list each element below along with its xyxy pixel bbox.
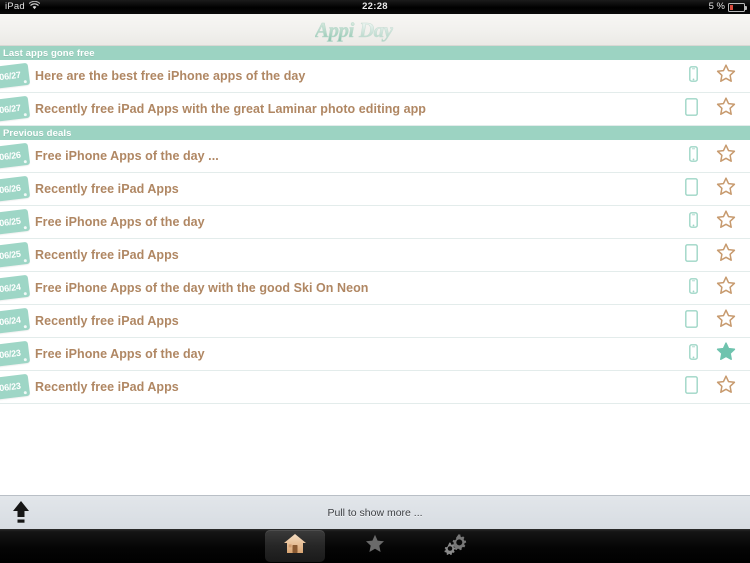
deal-row[interactable]: 06/25 Recently free iPad Apps bbox=[0, 239, 750, 272]
date-badge-cell: 06/24 bbox=[0, 305, 33, 337]
date-tag: 06/26 bbox=[0, 175, 31, 203]
row-icons bbox=[670, 342, 750, 366]
tab-bar[interactable] bbox=[0, 529, 750, 563]
star-outline-icon[interactable] bbox=[715, 243, 737, 267]
deal-list[interactable]: Last apps gone free 06/27 Here are the bes… bbox=[0, 46, 750, 495]
deal-row[interactable]: 06/26 Free iPhone Apps of the day ... bbox=[0, 140, 750, 173]
tab-settings[interactable] bbox=[425, 530, 485, 562]
ipad-icon bbox=[685, 309, 698, 333]
star-filled-icon[interactable] bbox=[715, 342, 737, 366]
status-bar-clock: 22:28 bbox=[362, 1, 388, 13]
row-icons bbox=[670, 144, 750, 168]
section-header: Previous deals bbox=[0, 126, 750, 140]
deal-row[interactable]: 06/23 Free iPhone Apps of the day bbox=[0, 338, 750, 371]
date-badge-cell: 06/26 bbox=[0, 173, 33, 205]
date-badge-cell: 06/24 bbox=[0, 272, 33, 304]
deal-title: Free iPhone Apps of the day with the goo… bbox=[35, 281, 369, 295]
row-icons bbox=[670, 276, 750, 300]
date-badge-cell: 06/23 bbox=[0, 338, 33, 370]
app-logo-graphic: Appi Day bbox=[315, 17, 394, 42]
status-bar: iPad 22:28 5 % bbox=[0, 0, 750, 14]
iphone-icon bbox=[689, 277, 698, 299]
deal-row[interactable]: 06/27 Here are the best free iPhone apps … bbox=[0, 60, 750, 93]
date-badge-cell: 06/27 bbox=[0, 60, 33, 92]
ipad-icon bbox=[685, 97, 698, 121]
deal-row[interactable]: 06/24 Recently free iPad Apps bbox=[0, 305, 750, 338]
deal-title: Recently free iPad Apps bbox=[35, 380, 179, 394]
date-tag: 06/27 bbox=[0, 62, 31, 90]
pull-to-refresh-label: Pull to show more ... bbox=[327, 506, 423, 519]
date-badge-cell: 06/26 bbox=[0, 140, 33, 172]
pull-to-refresh-bar[interactable]: Pull to show more ... bbox=[0, 495, 750, 529]
house-icon bbox=[283, 532, 307, 560]
deal-title: Recently free iPad Apps bbox=[35, 182, 179, 196]
date-tag: 06/23 bbox=[0, 373, 31, 401]
deal-row[interactable]: 06/26 Recently free iPad Apps bbox=[0, 173, 750, 206]
iphone-icon bbox=[689, 65, 698, 87]
date-badge-cell: 06/25 bbox=[0, 206, 33, 238]
gears-icon bbox=[443, 532, 467, 561]
deal-title: Free iPhone Apps of the day bbox=[35, 347, 205, 361]
row-icons bbox=[670, 97, 750, 121]
date-badge-cell: 06/23 bbox=[0, 371, 33, 403]
star-outline-icon[interactable] bbox=[715, 309, 737, 333]
iphone-icon bbox=[689, 211, 698, 233]
deal-row[interactable]: 06/23 Recently free iPad Apps bbox=[0, 371, 750, 404]
tab-home[interactable] bbox=[265, 530, 325, 562]
star-outline-icon[interactable] bbox=[715, 144, 737, 168]
deal-row[interactable]: 06/24 Free iPhone Apps of the day with th… bbox=[0, 272, 750, 305]
star-outline-icon[interactable] bbox=[715, 375, 737, 399]
deal-row[interactable]: 06/25 Free iPhone Apps of the day bbox=[0, 206, 750, 239]
app-logo: Appi Day bbox=[315, 17, 435, 43]
app-header: Appi Day bbox=[0, 14, 750, 46]
row-icons bbox=[670, 210, 750, 234]
star-outline-icon[interactable] bbox=[715, 276, 737, 300]
battery-low-icon bbox=[728, 2, 747, 12]
star-outline-icon[interactable] bbox=[715, 64, 737, 88]
deal-title: Free iPhone Apps of the day bbox=[35, 215, 205, 229]
row-icons bbox=[670, 243, 750, 267]
star-icon bbox=[365, 534, 385, 558]
date-tag: 06/27 bbox=[0, 95, 31, 123]
iphone-icon bbox=[689, 145, 698, 167]
iphone-icon bbox=[689, 343, 698, 365]
deal-title: Here are the best free iPhone apps of th… bbox=[35, 69, 306, 83]
date-badge-cell: 06/27 bbox=[0, 93, 33, 125]
star-outline-icon[interactable] bbox=[715, 177, 737, 201]
svg-text:Day: Day bbox=[358, 18, 394, 42]
date-badge-cell: 06/25 bbox=[0, 239, 33, 271]
row-icons bbox=[670, 177, 750, 201]
date-tag: 06/24 bbox=[0, 307, 31, 335]
tab-favorites[interactable] bbox=[345, 530, 405, 562]
deal-row[interactable]: 06/27 Recently free iPad Apps with the gr… bbox=[0, 93, 750, 126]
ipad-icon bbox=[685, 375, 698, 399]
svg-text:Appi: Appi bbox=[315, 18, 355, 42]
ipad-icon bbox=[685, 243, 698, 267]
date-tag: 06/25 bbox=[0, 208, 31, 236]
deal-title: Recently free iPad Apps bbox=[35, 314, 179, 328]
section-header: Last apps gone free bbox=[0, 46, 750, 60]
ipad-icon bbox=[685, 177, 698, 201]
date-tag: 06/23 bbox=[0, 340, 31, 368]
date-tag: 06/25 bbox=[0, 241, 31, 269]
deal-title: Recently free iPad Apps bbox=[35, 248, 179, 262]
date-tag: 06/24 bbox=[0, 274, 31, 302]
star-outline-icon[interactable] bbox=[715, 210, 737, 234]
deal-title: Recently free iPad Apps with the great L… bbox=[35, 102, 426, 116]
deal-title: Free iPhone Apps of the day ... bbox=[35, 149, 219, 163]
row-icons bbox=[670, 309, 750, 333]
date-tag: 06/26 bbox=[0, 142, 31, 170]
arrow-up-icon bbox=[10, 500, 32, 529]
row-icons bbox=[670, 64, 750, 88]
row-icons bbox=[670, 375, 750, 399]
star-outline-icon[interactable] bbox=[715, 97, 737, 121]
